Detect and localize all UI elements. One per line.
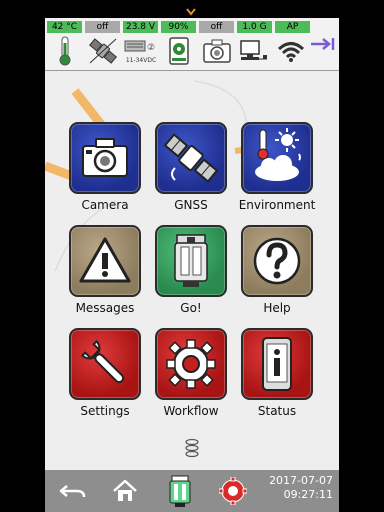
workflow-tile[interactable] (155, 328, 227, 400)
voltage-readout: 23.8 V (123, 21, 158, 33)
warning-icon (79, 237, 131, 283)
power-label: 11-34VDC (126, 57, 156, 64)
device-icon[interactable] (167, 474, 193, 508)
scroll-handle-icon[interactable] (184, 438, 200, 458)
go-tile[interactable] (155, 225, 227, 297)
go-label: Go! (180, 301, 202, 315)
computer-icon[interactable] (237, 35, 269, 67)
home-icon[interactable] (111, 478, 139, 504)
camera-icon[interactable] (201, 35, 233, 67)
settings-tile[interactable] (69, 328, 141, 400)
gnss-label: GNSS (174, 198, 208, 212)
collapse-arrow-icon[interactable] (309, 36, 337, 68)
gnss-tile[interactable] (155, 122, 227, 194)
satellite-icon (163, 133, 219, 183)
wifi-icon[interactable] (275, 35, 307, 67)
weather-icon (255, 128, 301, 181)
memory-readout: 1.0 G (237, 21, 272, 33)
datetime: 2017-07-07 09:27:11 (269, 474, 333, 502)
help-tile[interactable] (241, 225, 313, 297)
gps-state-readout: off (85, 21, 120, 33)
messages-tile[interactable] (69, 225, 141, 297)
date-text: 2017-07-07 (269, 474, 333, 487)
camera-state-readout: off (199, 21, 234, 33)
chevron-down-icon[interactable] (186, 8, 196, 16)
help-icon (253, 237, 301, 285)
gear-icon (166, 339, 216, 389)
back-icon[interactable] (57, 480, 87, 502)
status-label: Status (257, 404, 297, 418)
status-bar: 42 °C off 23.8 V 90% off 1.0 G AP ② 11-3… (45, 18, 339, 71)
status-tile[interactable] (241, 328, 313, 400)
app-screen: 42 °C off 23.8 V 90% off 1.0 G AP ② 11-3… (45, 18, 339, 512)
camera-icon (82, 138, 128, 177)
bottom-bar: 2017-07-07 09:27:11 (45, 470, 339, 512)
environment-label: Environment (238, 198, 316, 212)
camera-label: Camera (81, 198, 129, 212)
wrench-icon (80, 339, 125, 384)
power-supply-icon[interactable]: ② 11-34VDC (123, 35, 159, 67)
settings-gear-icon[interactable] (219, 477, 247, 505)
environment-tile[interactable] (241, 122, 313, 194)
thermometer-icon[interactable] (53, 35, 77, 67)
temperature-readout: 42 °C (47, 21, 82, 33)
satellite-icon[interactable] (87, 35, 119, 67)
time-text: 09:27:11 (283, 488, 333, 501)
power-mark: ② (147, 43, 155, 53)
workflow-label: Workflow (163, 404, 219, 418)
storage-readout: 90% (161, 21, 196, 33)
messages-label: Messages (75, 301, 135, 315)
storage-icon[interactable] (167, 35, 191, 67)
wifi-mode-readout: AP (275, 21, 310, 33)
info-device-icon (262, 337, 292, 391)
settings-label: Settings (80, 404, 130, 418)
help-label: Help (263, 301, 291, 315)
device-icon (174, 234, 208, 287)
camera-tile[interactable] (69, 122, 141, 194)
